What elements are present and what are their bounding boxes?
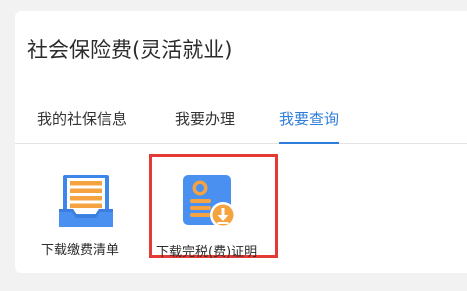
download-tax-certificate-tile[interactable]: 下载完税(费)证明	[149, 154, 278, 260]
certificate-download-icon	[183, 175, 238, 230]
tab-bar: 我的社保信息 我要办理 我要查询	[15, 102, 467, 144]
page-title: 社会保险费(灵活就业)	[27, 38, 233, 62]
download-payment-list-label: 下载缴费清单	[41, 243, 120, 258]
content-card: 社会保险费(灵活就业) 我的社保信息 我要办理 我要查询 下载缴费清单 下载完税…	[15, 11, 467, 273]
tab-my-social-security-info[interactable]: 我的社保信息	[37, 102, 127, 143]
tab-query[interactable]: 我要查询	[279, 102, 340, 144]
document-tray-icon	[57, 173, 115, 229]
download-payment-list-tile[interactable]: 下载缴费清单	[33, 161, 138, 261]
download-tax-certificate-label: 下载完税(费)证明	[156, 245, 258, 260]
tab-handle[interactable]: 我要办理	[175, 102, 235, 143]
